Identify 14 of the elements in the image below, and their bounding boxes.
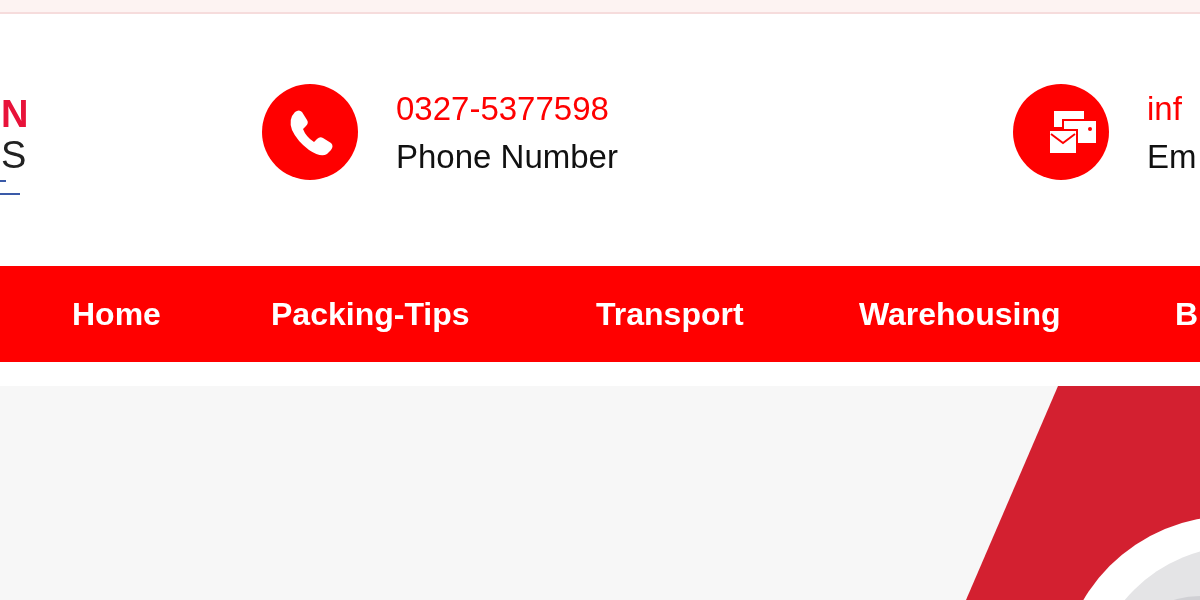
nav-link[interactable]: Home xyxy=(72,295,161,333)
nav-link[interactable]: Packing-Tips xyxy=(271,295,470,333)
nav-link[interactable]: Warehousing xyxy=(859,295,1061,333)
envelopes-icon xyxy=(1013,84,1109,180)
logo-tagline-drawing xyxy=(0,178,20,198)
contact-value: inf xyxy=(1147,89,1183,129)
nav-link[interactable]: B xyxy=(1175,295,1199,333)
logo-text: S xyxy=(1,134,27,176)
phone-icon xyxy=(262,84,358,180)
contact-value: 0327-5377598 xyxy=(396,89,610,129)
contact-label: Em xyxy=(1147,137,1197,177)
nav-link[interactable]: Transport xyxy=(596,295,744,333)
contact-label: Phone Number xyxy=(396,137,618,177)
logo-text: N xyxy=(1,94,29,134)
